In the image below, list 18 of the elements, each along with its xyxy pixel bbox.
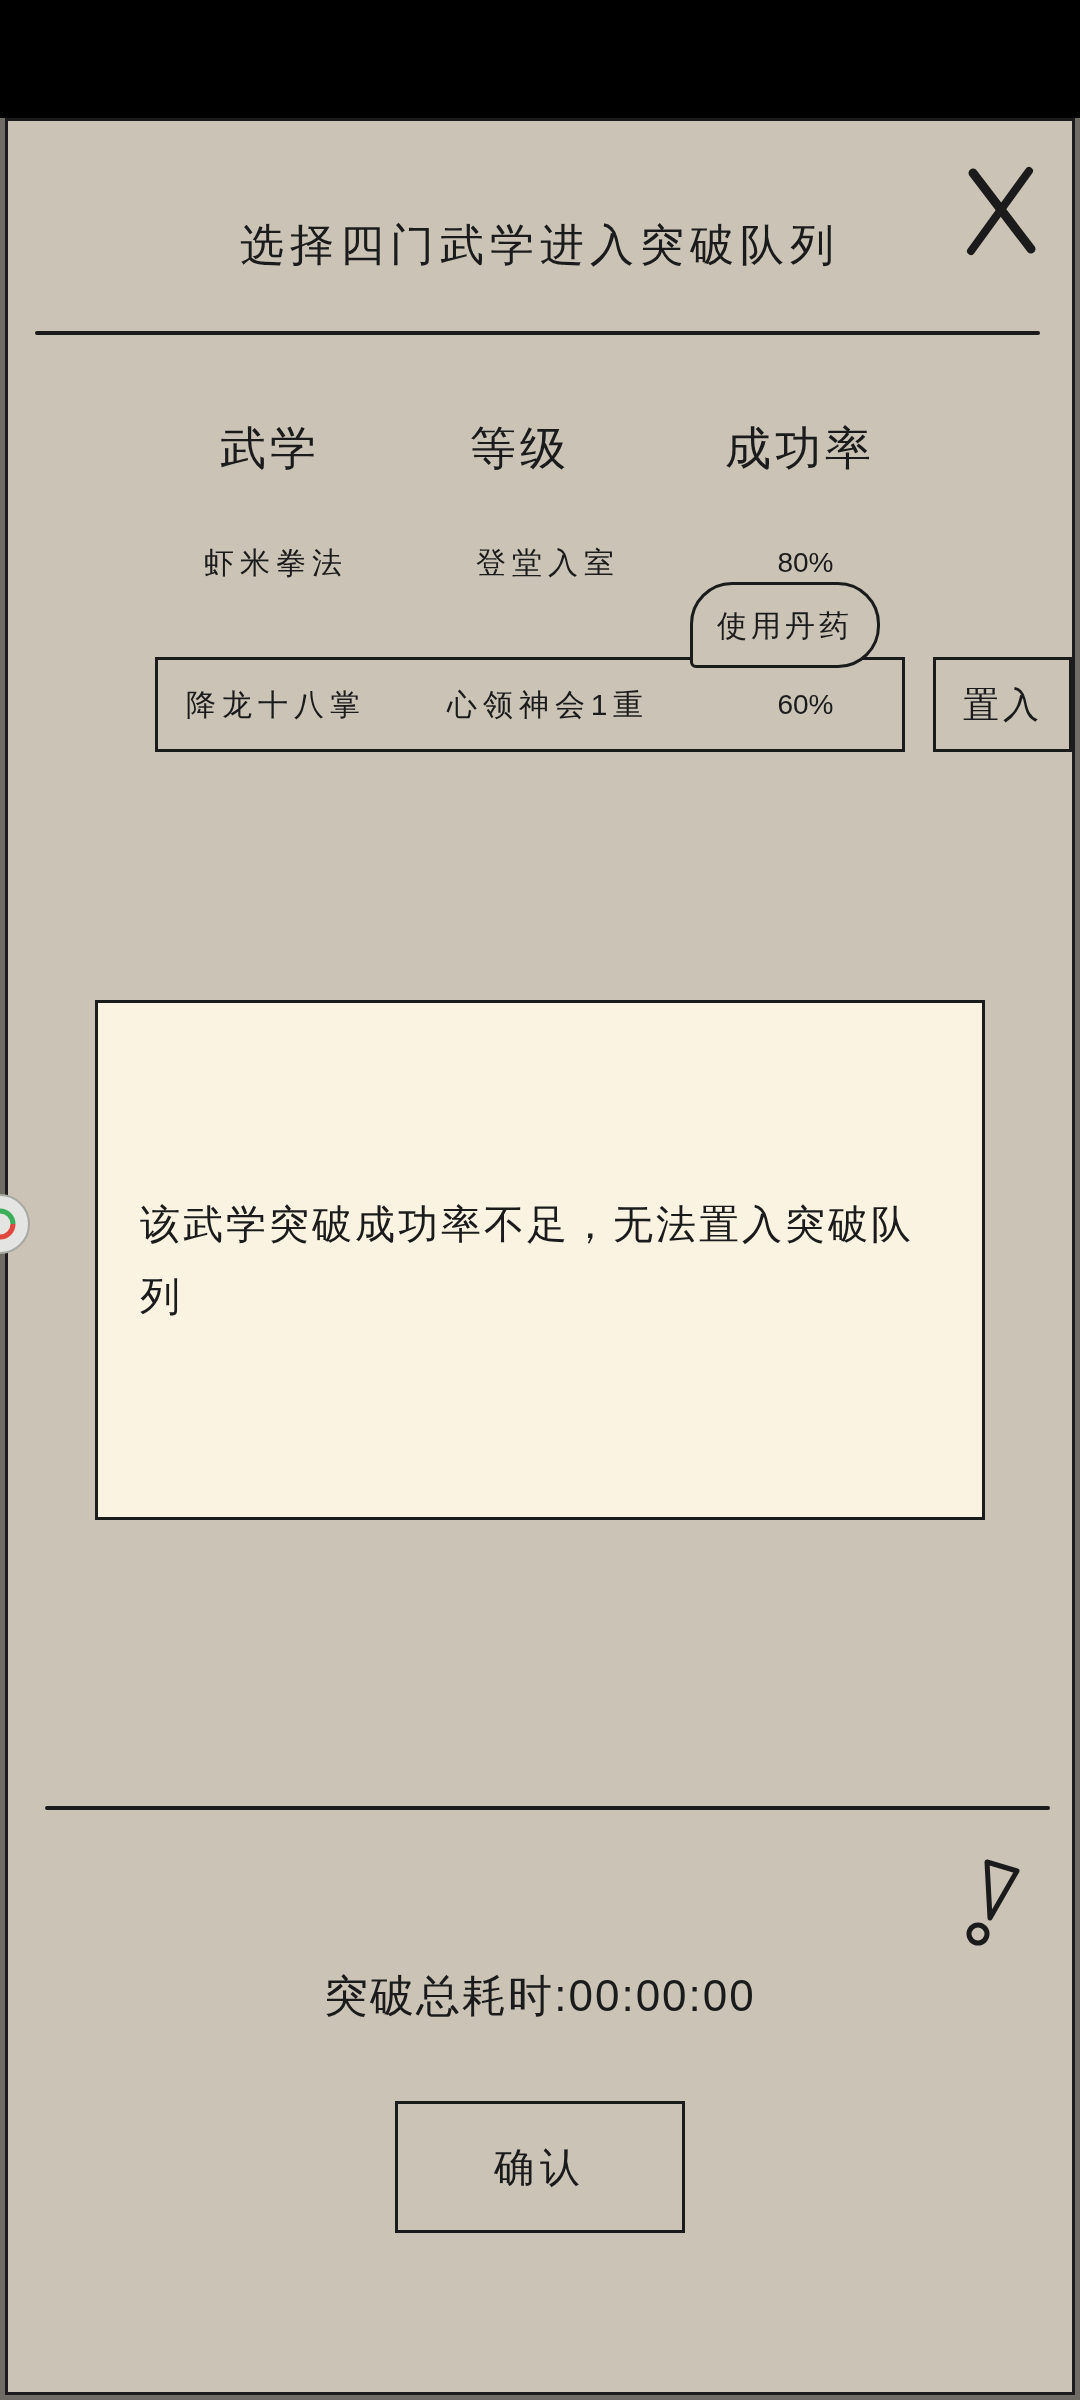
exclamation-icon[interactable] <box>965 1858 1020 1948</box>
dialog-title: 选择四门武学进入突破队列 <box>240 219 840 271</box>
column-header: 武学 <box>220 421 320 476</box>
table-cell-text: 60% <box>777 687 834 722</box>
use-pill-button[interactable]: 使用丹药 <box>690 582 880 668</box>
total-time-text: 突破总耗时:00:00:00 <box>324 1970 756 2022</box>
close-button[interactable] <box>965 165 1037 257</box>
message-text: 该武学突破成功率不足，无法置入突破队列 <box>140 1201 915 1320</box>
place-button[interactable]: 置入 <box>933 657 1072 752</box>
column-header: 成功率 <box>725 421 875 476</box>
table-cell-text: 80% <box>777 545 834 580</box>
table-cell-text: 虾米拳法 <box>203 544 348 581</box>
table-cell-text: 降龙十八掌 <box>185 686 366 723</box>
table-cell-text: 登堂入室 <box>476 544 620 581</box>
confirm-button[interactable]: 确认 <box>395 2101 685 2233</box>
column-header: 等级 <box>470 421 570 476</box>
close-icon <box>965 165 1037 257</box>
table-cell-text: 心领神会1重 <box>446 686 650 723</box>
